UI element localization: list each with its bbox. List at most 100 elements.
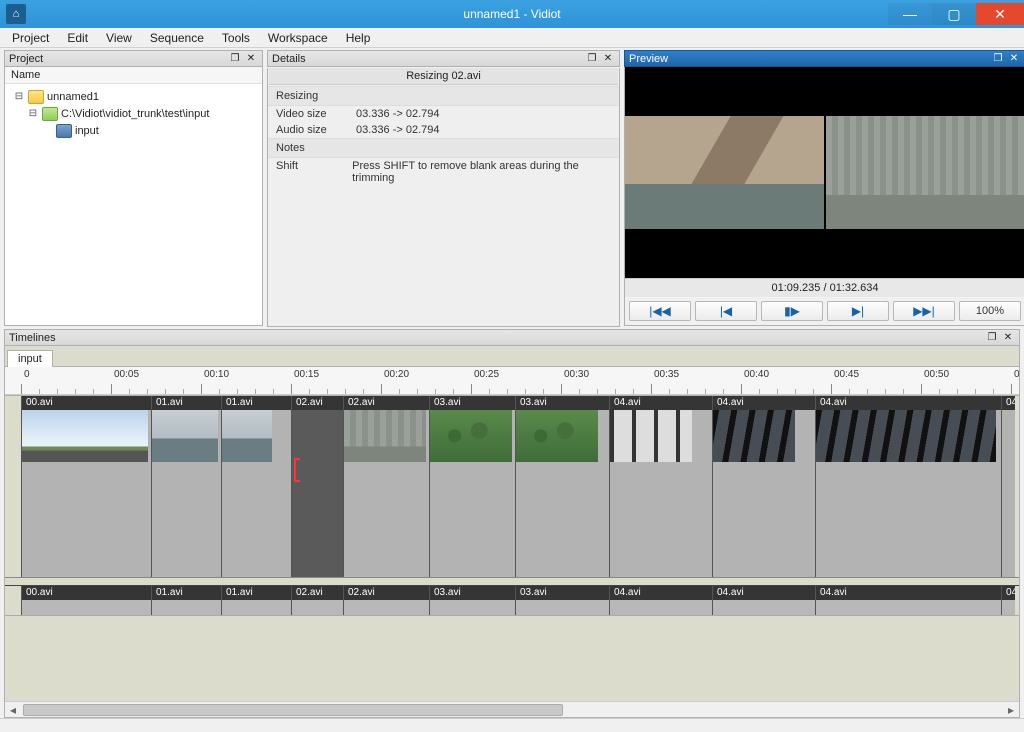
- ruler-tick: 00:30: [561, 367, 562, 394]
- panel-restore-icon[interactable]: ❐: [991, 53, 1005, 65]
- preview-viewport[interactable]: [625, 67, 1024, 278]
- video-clip[interactable]: 04.avi: [609, 396, 712, 577]
- clip-label: 04.avi: [610, 586, 712, 600]
- clip-label: 02.avi: [344, 586, 429, 600]
- audio-clip[interactable]: 02.avi: [343, 586, 429, 615]
- menu-sequence[interactable]: Sequence: [142, 29, 212, 47]
- panel-close-icon[interactable]: ✕: [1007, 53, 1021, 65]
- minimize-button[interactable]: —: [888, 3, 932, 25]
- close-button[interactable]: ✕: [976, 3, 1024, 25]
- audio-clip[interactable]: 04.avi: [712, 586, 815, 615]
- menu-help[interactable]: Help: [338, 29, 379, 47]
- project-column-name[interactable]: Name: [5, 67, 262, 84]
- letterbox-top: [625, 67, 1024, 115]
- ruler-tick: 00:5: [1011, 367, 1012, 394]
- video-clip[interactable]: 00.avi: [21, 396, 151, 577]
- clip-label: 04: [1002, 586, 1015, 600]
- video-clip[interactable]: 03.avi: [515, 396, 609, 577]
- timeline-ruler[interactable]: 000:0500:1000:1500:2000:2500:3000:3500:4…: [5, 367, 1019, 395]
- collapse-icon[interactable]: ⊟: [27, 108, 39, 119]
- audio-clip[interactable]: 04.avi: [609, 586, 712, 615]
- goto-end-button[interactable]: ▶▶|: [893, 301, 955, 321]
- audio-clip[interactable]: 03.avi: [429, 586, 515, 615]
- video-clip[interactable]: 02.avi: [343, 396, 429, 577]
- window-title: unnamed1 - Vidiot: [0, 7, 1024, 21]
- clip-body: [222, 600, 291, 615]
- tree-folder[interactable]: ⊟ C:\Vidiot\vidiot_trunk\test\input: [9, 105, 258, 122]
- audio-clip[interactable]: 01.avi: [221, 586, 291, 615]
- clip-thumbnail: [222, 410, 272, 462]
- video-clip[interactable]: 03.avi: [429, 396, 515, 577]
- detail-video-size: Video size 03.336 -> 02.794: [268, 106, 619, 122]
- clip-label: 01.avi: [152, 586, 221, 600]
- menu-edit[interactable]: Edit: [59, 29, 96, 47]
- scroll-right-icon[interactable]: ▸: [1003, 703, 1019, 717]
- detail-audio-size: Audio size 03.336 -> 02.794: [268, 122, 619, 138]
- clip-body: [152, 600, 221, 615]
- clip-thumbnail: [430, 410, 512, 462]
- folder-icon: [42, 107, 58, 121]
- video-clip[interactable]: 01.avi: [221, 396, 291, 577]
- scroll-left-icon[interactable]: ◂: [5, 703, 21, 717]
- audio-track[interactable]: 00.avi01.avi01.avi02.avi02.avi03.avi03.a…: [5, 585, 1019, 615]
- goto-start-button[interactable]: |◀◀: [629, 301, 691, 321]
- video-clip[interactable]: 04.avi: [712, 396, 815, 577]
- clip-label: 03.avi: [430, 586, 515, 600]
- preview-timecode: 01:09.235 / 01:32.634: [625, 278, 1024, 297]
- clip-body: [516, 600, 609, 615]
- detail-shift: Shift Press SHIFT to remove blank areas …: [268, 158, 619, 186]
- panel-restore-icon[interactable]: ❐: [985, 332, 999, 344]
- zoom-level[interactable]: 100%: [959, 301, 1021, 321]
- timeline-hscrollbar[interactable]: ◂ ▸: [5, 701, 1019, 717]
- clip-label: 03.avi: [516, 396, 609, 410]
- video-clip[interactable]: 04.avi: [815, 396, 1001, 577]
- video-clip[interactable]: 01.avi: [151, 396, 221, 577]
- play-pause-button[interactable]: ▮▶: [761, 301, 823, 321]
- clip-label: 01.avi: [222, 586, 291, 600]
- menu-tools[interactable]: Tools: [214, 29, 258, 47]
- panel-close-icon[interactable]: ✕: [601, 53, 615, 65]
- clip-label: 04.avi: [816, 396, 1001, 410]
- titlebar: ⌂ unnamed1 - Vidiot — ▢ ✕: [0, 0, 1024, 28]
- tree-file[interactable]: input: [9, 122, 258, 139]
- trim-handle[interactable]: [291, 458, 299, 482]
- letterbox-bottom: [625, 230, 1024, 278]
- section-resizing: Resizing: [268, 86, 619, 106]
- maximize-button[interactable]: ▢: [932, 3, 976, 25]
- preview-panel-title: Preview: [629, 53, 989, 65]
- details-panel-title: Details: [272, 53, 583, 65]
- clip-thumbnail: [816, 410, 996, 462]
- step-forward-button[interactable]: ▶|: [827, 301, 889, 321]
- tree-root[interactable]: ⊟ unnamed1: [9, 88, 258, 105]
- menu-view[interactable]: View: [98, 29, 140, 47]
- video-track[interactable]: 00.avi01.avi01.avi02.avi02.avi03.avi03.a…: [5, 395, 1019, 577]
- step-back-button[interactable]: |◀: [695, 301, 757, 321]
- panel-restore-icon[interactable]: ❐: [228, 53, 242, 65]
- audio-clip[interactable]: 02.avi: [291, 586, 343, 615]
- clip-body: [713, 600, 815, 615]
- details-panel: Details ❐ ✕ Resizing 02.avi Resizing Vid…: [267, 50, 620, 327]
- audio-clip[interactable]: 04.avi: [815, 586, 1001, 615]
- menu-project[interactable]: Project: [4, 29, 57, 47]
- panel-close-icon[interactable]: ✕: [1001, 332, 1015, 344]
- collapse-icon[interactable]: ⊟: [13, 91, 25, 102]
- video-clip[interactable]: 02.avi: [291, 396, 343, 577]
- track-gap: [5, 577, 1019, 585]
- audio-clip[interactable]: 00.avi: [21, 586, 151, 615]
- ruler-tick: 00:15: [291, 367, 292, 394]
- preview-frame-left: [625, 116, 824, 229]
- panel-close-icon[interactable]: ✕: [244, 53, 258, 65]
- clip-label: 01.avi: [152, 396, 221, 410]
- ruler-tick: 00:05: [111, 367, 112, 394]
- clip-body: [344, 600, 429, 615]
- scroll-thumb[interactable]: [23, 704, 563, 716]
- audio-clip[interactable]: 04: [1001, 586, 1015, 615]
- timeline-tab[interactable]: input: [7, 350, 53, 367]
- clip-body: [430, 600, 515, 615]
- panel-restore-icon[interactable]: ❐: [585, 53, 599, 65]
- audio-clip[interactable]: 01.avi: [151, 586, 221, 615]
- audio-clip[interactable]: 03.avi: [515, 586, 609, 615]
- clip-label: 04: [1002, 396, 1015, 410]
- menu-workspace[interactable]: Workspace: [260, 29, 336, 47]
- video-clip[interactable]: 04: [1001, 396, 1015, 577]
